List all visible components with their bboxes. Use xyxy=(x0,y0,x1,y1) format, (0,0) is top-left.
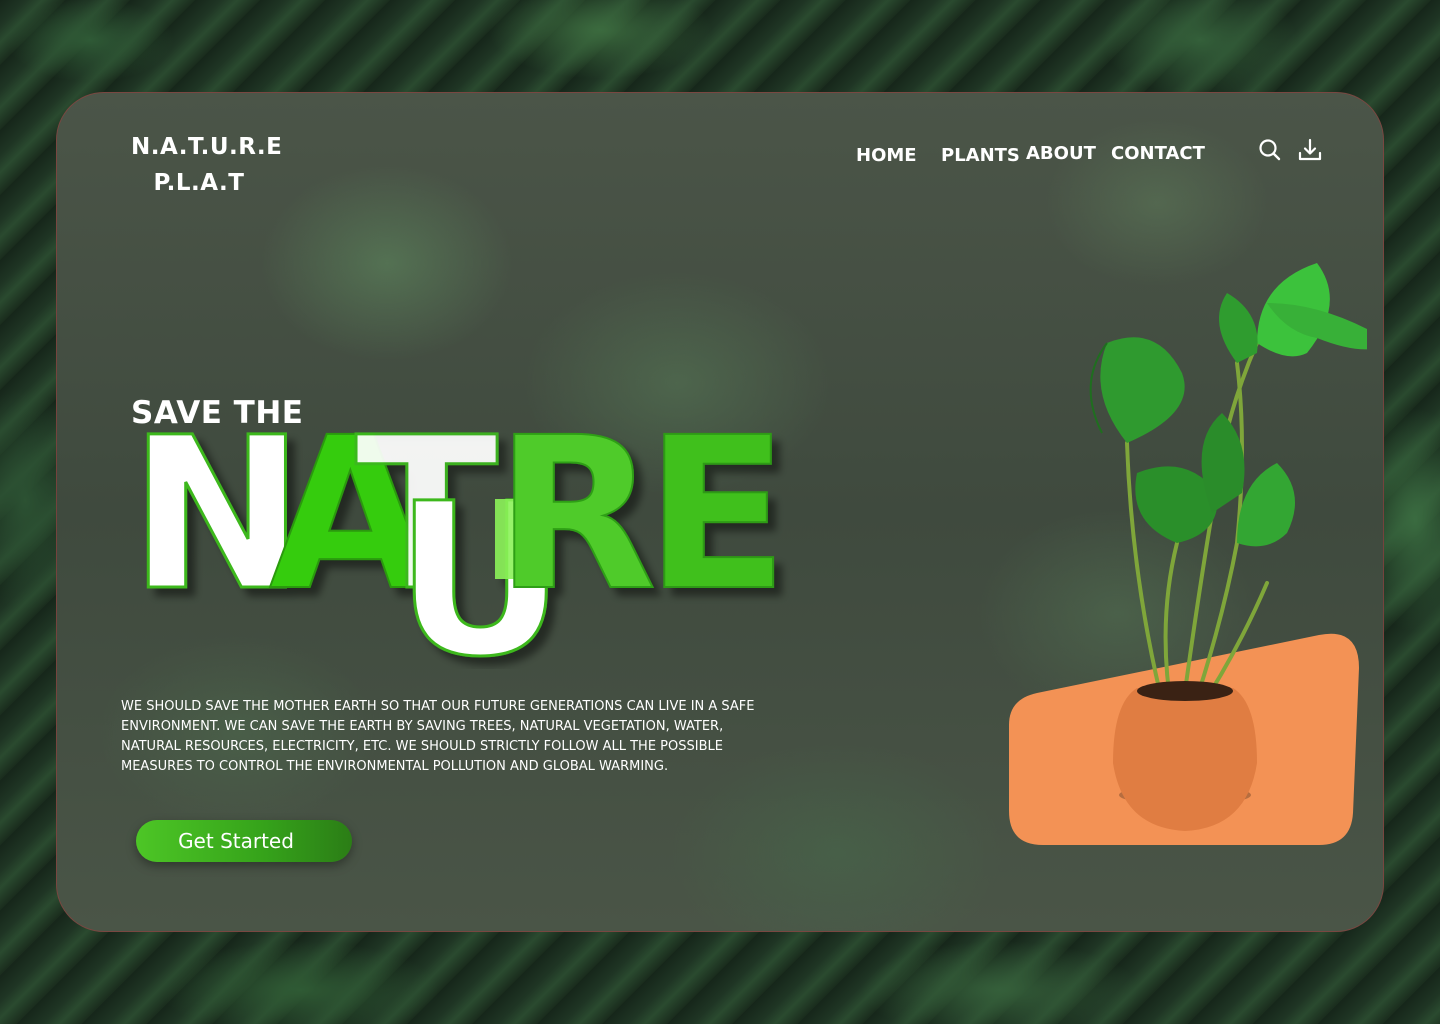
get-started-button[interactable]: Get Started xyxy=(136,820,352,862)
potted-plant-image xyxy=(1009,263,1367,845)
brand-logo[interactable]: N.A.T.U.R.E P.L.A.T xyxy=(131,129,283,201)
brand-line-1: N.A.T.U.R.E xyxy=(131,134,283,160)
orange-pot xyxy=(1113,688,1257,831)
nav-plants[interactable]: PLANTS xyxy=(941,145,1020,166)
nature-wordmark: N A T U R E xyxy=(128,409,790,669)
pot-soil xyxy=(1137,681,1233,701)
letter-e: E xyxy=(645,409,788,637)
download-icon[interactable] xyxy=(1297,137,1323,163)
hero-card: N.A.T.U.R.E P.L.A.T HOME PLANTS ABOUT CO… xyxy=(56,92,1384,932)
hero-description: WE SHOULD SAVE THE MOTHER EARTH SO THAT … xyxy=(121,699,755,774)
letter-r: R xyxy=(495,409,657,637)
brand-line-2: P.L.A.T xyxy=(153,170,245,196)
get-started-label: Get Started xyxy=(178,829,294,853)
nav-home[interactable]: HOME xyxy=(856,145,917,166)
search-icon[interactable] xyxy=(1257,137,1283,163)
nav-contact[interactable]: CONTACT xyxy=(1111,143,1205,164)
nav-about[interactable]: ABOUT xyxy=(1026,143,1096,164)
